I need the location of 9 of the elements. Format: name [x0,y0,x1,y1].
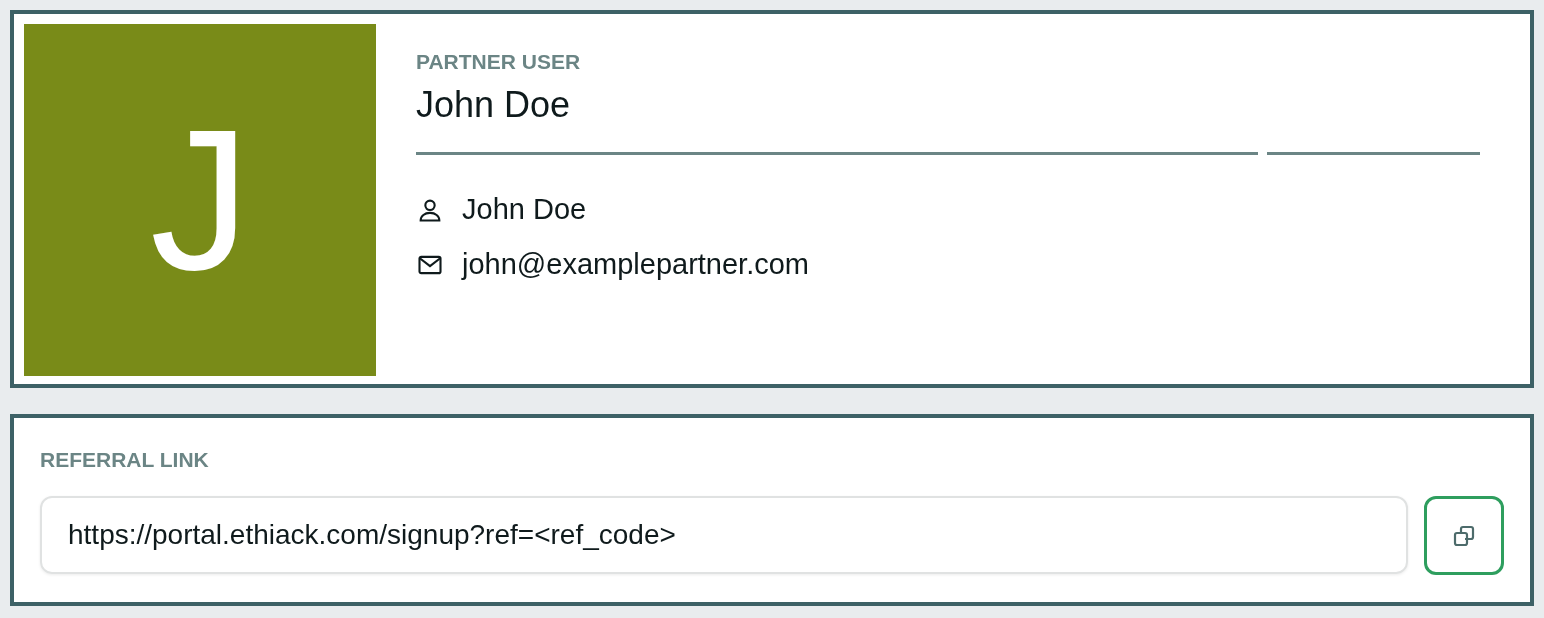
copy-button[interactable] [1424,496,1504,575]
user-full-name: John Doe [462,193,587,226]
referral-link-field[interactable]: https://portal.ethiack.com/signup?ref=<ref_code> [40,496,1408,574]
copy-icon [1452,523,1476,548]
user-email: john@examplepartner.com [462,248,809,281]
referral-label: REFERRAL LINK [40,448,209,472]
user-name: John Doe [416,84,571,126]
role-label: PARTNER USER [416,50,581,74]
avatar: J [24,24,376,376]
